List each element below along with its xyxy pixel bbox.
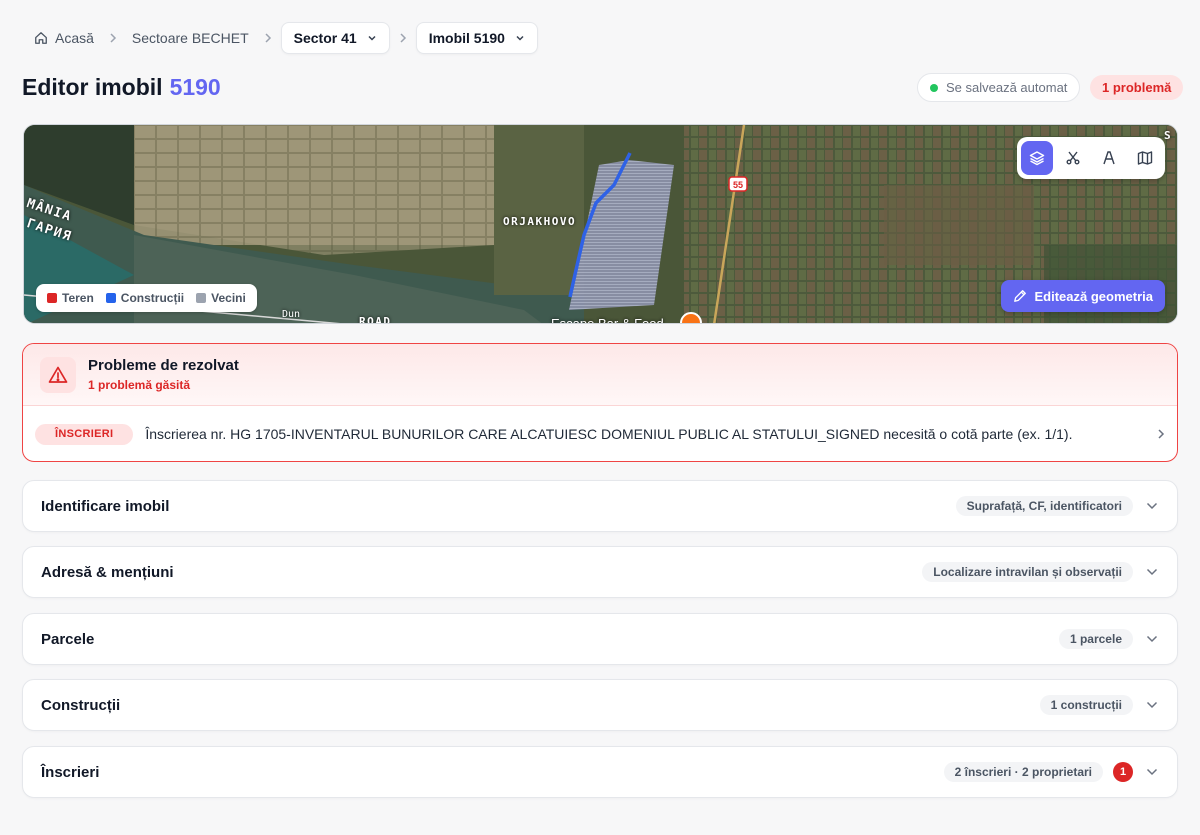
section-badge: Localizare intravilan și observații [922, 562, 1133, 582]
chevron-down-icon [1145, 502, 1159, 510]
status-dot-icon [930, 83, 938, 92]
map-label-place: Escape Bar & Food [551, 316, 664, 324]
pencil-icon [1013, 290, 1026, 302]
chevron-right-icon [396, 33, 410, 43]
section-inscrieri[interactable]: Înscrieri 2 înscrieri · 2 proprietari 1 [22, 746, 1178, 798]
problems-subtitle: 1 problemă găsită [88, 378, 191, 392]
problems-title: Probleme de rezolvat [88, 357, 239, 374]
section-parcele[interactable]: Parcele 1 parcele [22, 613, 1178, 665]
home-icon [35, 32, 47, 44]
section-issue-count: 1 [1113, 762, 1133, 782]
section-badge: 2 înscrieri · 2 proprietari [943, 762, 1103, 782]
section-title: Identificare imobil [41, 497, 170, 515]
page-title-number: 5190 [169, 74, 221, 100]
sector-select-label: Sector 41 [293, 30, 357, 46]
breadcrumb-sector-group[interactable]: Sectoare BECHET [120, 22, 261, 54]
measure-tool-button[interactable] [1093, 141, 1125, 175]
road-number: 55 [733, 180, 743, 190]
section-title: Construcții [41, 696, 121, 714]
layers-icon [1029, 151, 1045, 166]
scissors-icon [1066, 151, 1080, 165]
autosave-status: Se salvează automat [917, 73, 1081, 102]
chevron-right-icon [1158, 429, 1165, 439]
map-view[interactable]: 55 ORJAKHOVO MÂNIA ГАРИЯ Dun ROAD Escape… [23, 124, 1178, 324]
legend-item-teren: Teren [47, 291, 94, 305]
section-title: Înscrieri [41, 763, 100, 781]
map-label-road-bottom: ROAD [359, 315, 392, 324]
layers-tool-button[interactable] [1021, 141, 1053, 175]
chevron-down-icon [1145, 635, 1159, 643]
map-label-corner: S [1164, 129, 1173, 142]
measure-icon [1103, 151, 1115, 165]
chevron-right-icon [106, 33, 120, 43]
issues-badge[interactable]: 1 problemă [1090, 75, 1184, 100]
section-badge: 1 parcele [1058, 629, 1133, 649]
legend-swatch [47, 293, 57, 303]
section-badge: Suprafață, CF, identificatori [955, 496, 1133, 516]
sector-select[interactable]: Sector 41 [280, 22, 390, 54]
breadcrumb-home-label: Acasă [55, 30, 94, 46]
property-select-label: Imobil 5190 [428, 30, 505, 46]
chevron-down-icon [1145, 568, 1159, 576]
section-badge: 1 construcții [1039, 695, 1133, 715]
split-tool-button[interactable] [1057, 141, 1089, 175]
section-title: Parcele [41, 630, 95, 648]
edit-geometry-label: Editează geometria [1034, 288, 1154, 304]
property-select[interactable]: Imobil 5190 [415, 22, 538, 54]
legend-label: Construcții [120, 291, 185, 305]
page-title: Editor imobil 5190 [22, 74, 221, 101]
chevron-down-icon [516, 35, 524, 41]
legend-label: Vecini [211, 291, 246, 305]
map-label-river: Dun [282, 309, 301, 320]
problem-text: Înscrierea nr. HG 1705-INVENTARUL BUNURI… [145, 426, 1073, 442]
section-identificare-imobil[interactable]: Identificare imobil Suprafață, CF, ident… [22, 480, 1178, 532]
basemap-tool-button[interactable] [1129, 141, 1161, 175]
autosave-status-label: Se salvează automat [946, 80, 1068, 95]
map-legend: Teren Construcții Vecini [36, 284, 257, 312]
breadcrumb-home[interactable]: Acasă [22, 22, 106, 54]
problems-header: Probleme de rezolvat 1 problemă găsită [23, 344, 1177, 406]
legend-item-constructii: Construcții [105, 291, 185, 305]
problem-item[interactable]: ÎNSCRIERI Înscrierea nr. HG 1705-INVENTA… [23, 406, 1177, 461]
warning-icon [40, 356, 76, 393]
chevron-right-icon [261, 33, 275, 43]
edit-geometry-button[interactable]: Editează geometria [1000, 280, 1165, 312]
breadcrumb: Acasă Sectoare BECHET Sector 41 Imobil 5… [22, 22, 544, 54]
map-toolbar [1017, 137, 1165, 179]
section-adresa-mentiuni[interactable]: Adresă & mențiuni Localizare intravilan … [22, 546, 1178, 598]
legend-swatch [196, 293, 207, 303]
section-title: Adresă & mențiuni [41, 563, 174, 581]
legend-swatch [105, 293, 116, 303]
chevron-down-icon [368, 35, 376, 41]
map-icon [1137, 151, 1153, 165]
map-label-town: ORJAKHOVO [503, 215, 577, 228]
chevron-down-icon [1145, 701, 1159, 709]
breadcrumb-sector-group-label: Sectoare BECHET [131, 30, 249, 46]
problems-panel: Probleme de rezolvat 1 problemă găsită Î… [22, 343, 1178, 462]
problem-tag: ÎNSCRIERI [35, 423, 134, 445]
legend-item-vecini: Vecini [196, 291, 246, 305]
section-constructii[interactable]: Construcții 1 construcții [22, 679, 1178, 731]
chevron-down-icon [1145, 768, 1159, 776]
legend-label: Teren [62, 291, 94, 305]
page-title-prefix: Editor imobil [22, 74, 163, 100]
